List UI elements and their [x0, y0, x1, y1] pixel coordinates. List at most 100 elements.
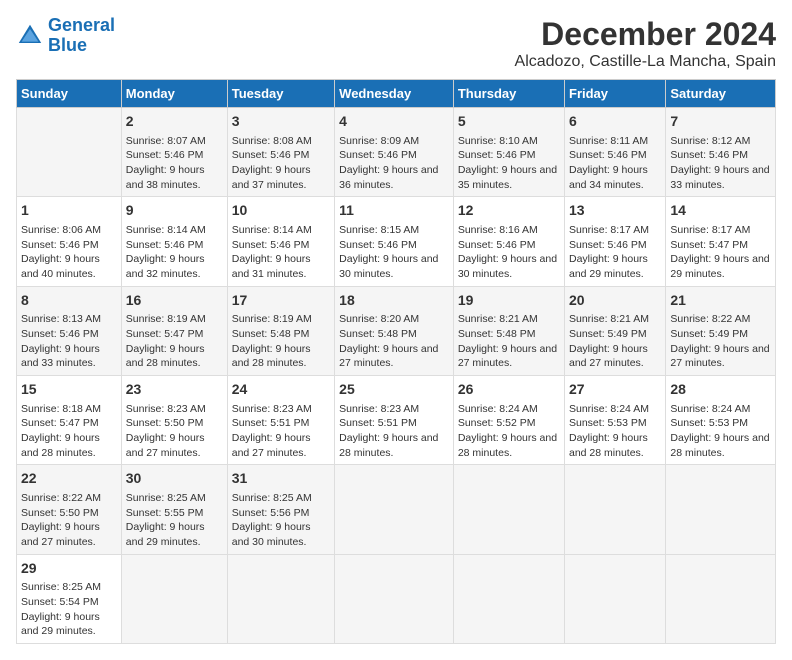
sunrise-text: Sunrise: 8:21 AM — [458, 313, 538, 325]
sunrise-text: Sunrise: 8:07 AM — [126, 135, 206, 147]
day-number: 10 — [232, 201, 330, 221]
sunrise-text: Sunrise: 8:23 AM — [232, 403, 312, 415]
sunrise-text: Sunrise: 8:15 AM — [339, 224, 419, 236]
calendar-cell: 23Sunrise: 8:23 AMSunset: 5:50 PMDayligh… — [121, 376, 227, 465]
daylight-text: Daylight: 9 hours and 30 minutes. — [458, 253, 557, 280]
day-number: 5 — [458, 112, 560, 132]
calendar-week-4: 22Sunrise: 8:22 AMSunset: 5:50 PMDayligh… — [17, 465, 776, 554]
sunset-text: Sunset: 5:51 PM — [339, 417, 417, 429]
sunset-text: Sunset: 5:48 PM — [458, 328, 536, 340]
sunrise-text: Sunrise: 8:18 AM — [21, 403, 101, 415]
daylight-text: Daylight: 9 hours and 37 minutes. — [232, 164, 311, 191]
calendar-cell: 29Sunrise: 8:25 AMSunset: 5:54 PMDayligh… — [17, 554, 122, 643]
daylight-text: Daylight: 9 hours and 28 minutes. — [126, 343, 205, 370]
sunrise-text: Sunrise: 8:22 AM — [670, 313, 750, 325]
day-number: 30 — [126, 469, 223, 489]
sunset-text: Sunset: 5:46 PM — [232, 149, 310, 161]
sunset-text: Sunset: 5:46 PM — [458, 239, 536, 251]
sunrise-text: Sunrise: 8:24 AM — [458, 403, 538, 415]
sunrise-text: Sunrise: 8:21 AM — [569, 313, 649, 325]
sunset-text: Sunset: 5:52 PM — [458, 417, 536, 429]
sunset-text: Sunset: 5:46 PM — [126, 149, 204, 161]
calendar-week-2: 8Sunrise: 8:13 AMSunset: 5:46 PMDaylight… — [17, 286, 776, 375]
day-number: 26 — [458, 380, 560, 400]
sunrise-text: Sunrise: 8:20 AM — [339, 313, 419, 325]
day-number: 16 — [126, 291, 223, 311]
sunset-text: Sunset: 5:50 PM — [126, 417, 204, 429]
calendar-cell — [565, 465, 666, 554]
calendar-cell: 1Sunrise: 8:06 AMSunset: 5:46 PMDaylight… — [17, 197, 122, 286]
sunrise-text: Sunrise: 8:25 AM — [21, 581, 101, 593]
sunrise-text: Sunrise: 8:19 AM — [232, 313, 312, 325]
calendar-cell: 18Sunrise: 8:20 AMSunset: 5:48 PMDayligh… — [335, 286, 454, 375]
sunset-text: Sunset: 5:49 PM — [569, 328, 647, 340]
calendar-cell: 6Sunrise: 8:11 AMSunset: 5:46 PMDaylight… — [565, 108, 666, 197]
calendar-cell: 5Sunrise: 8:10 AMSunset: 5:46 PMDaylight… — [453, 108, 564, 197]
day-number: 15 — [21, 380, 117, 400]
calendar-cell: 17Sunrise: 8:19 AMSunset: 5:48 PMDayligh… — [227, 286, 334, 375]
col-header-thursday: Thursday — [453, 80, 564, 108]
title-block: December 2024 Alcadozo, Castille-La Manc… — [515, 16, 776, 71]
calendar-cell: 19Sunrise: 8:21 AMSunset: 5:48 PMDayligh… — [453, 286, 564, 375]
daylight-text: Daylight: 9 hours and 28 minutes. — [670, 432, 769, 459]
day-number: 24 — [232, 380, 330, 400]
daylight-text: Daylight: 9 hours and 34 minutes. — [569, 164, 648, 191]
sunset-text: Sunset: 5:56 PM — [232, 507, 310, 519]
day-number: 18 — [339, 291, 449, 311]
sunset-text: Sunset: 5:55 PM — [126, 507, 204, 519]
sunset-text: Sunset: 5:50 PM — [21, 507, 99, 519]
calendar-cell: 22Sunrise: 8:22 AMSunset: 5:50 PMDayligh… — [17, 465, 122, 554]
daylight-text: Daylight: 9 hours and 38 minutes. — [126, 164, 205, 191]
calendar-cell: 10Sunrise: 8:14 AMSunset: 5:46 PMDayligh… — [227, 197, 334, 286]
sunrise-text: Sunrise: 8:14 AM — [232, 224, 312, 236]
col-header-saturday: Saturday — [666, 80, 776, 108]
calendar-cell: 20Sunrise: 8:21 AMSunset: 5:49 PMDayligh… — [565, 286, 666, 375]
day-number: 25 — [339, 380, 449, 400]
calendar-cell: 30Sunrise: 8:25 AMSunset: 5:55 PMDayligh… — [121, 465, 227, 554]
sunrise-text: Sunrise: 8:11 AM — [569, 135, 648, 147]
sunrise-text: Sunrise: 8:16 AM — [458, 224, 538, 236]
sunrise-text: Sunrise: 8:22 AM — [21, 492, 101, 504]
sunset-text: Sunset: 5:53 PM — [670, 417, 748, 429]
sunrise-text: Sunrise: 8:14 AM — [126, 224, 206, 236]
logo-icon — [16, 22, 44, 50]
calendar-week-1: 1Sunrise: 8:06 AMSunset: 5:46 PMDaylight… — [17, 197, 776, 286]
page-title: December 2024 — [515, 16, 776, 53]
day-number: 23 — [126, 380, 223, 400]
daylight-text: Daylight: 9 hours and 30 minutes. — [339, 253, 438, 280]
calendar-cell — [335, 554, 454, 643]
day-number: 27 — [569, 380, 661, 400]
calendar-cell: 21Sunrise: 8:22 AMSunset: 5:49 PMDayligh… — [666, 286, 776, 375]
calendar-cell: 25Sunrise: 8:23 AMSunset: 5:51 PMDayligh… — [335, 376, 454, 465]
day-number: 19 — [458, 291, 560, 311]
sunrise-text: Sunrise: 8:23 AM — [339, 403, 419, 415]
day-number: 8 — [21, 291, 117, 311]
calendar-cell: 7Sunrise: 8:12 AMSunset: 5:46 PMDaylight… — [666, 108, 776, 197]
calendar-cell: 11Sunrise: 8:15 AMSunset: 5:46 PMDayligh… — [335, 197, 454, 286]
day-number: 14 — [670, 201, 771, 221]
day-number: 21 — [670, 291, 771, 311]
daylight-text: Daylight: 9 hours and 35 minutes. — [458, 164, 557, 191]
calendar-cell: 3Sunrise: 8:08 AMSunset: 5:46 PMDaylight… — [227, 108, 334, 197]
sunset-text: Sunset: 5:54 PM — [21, 596, 99, 608]
day-number: 22 — [21, 469, 117, 489]
calendar-cell — [121, 554, 227, 643]
sunrise-text: Sunrise: 8:25 AM — [126, 492, 206, 504]
day-number: 20 — [569, 291, 661, 311]
sunset-text: Sunset: 5:53 PM — [569, 417, 647, 429]
calendar-cell — [666, 554, 776, 643]
col-header-wednesday: Wednesday — [335, 80, 454, 108]
day-number: 17 — [232, 291, 330, 311]
calendar-cell: 8Sunrise: 8:13 AMSunset: 5:46 PMDaylight… — [17, 286, 122, 375]
calendar-cell — [565, 554, 666, 643]
daylight-text: Daylight: 9 hours and 28 minutes. — [458, 432, 557, 459]
calendar-cell: 13Sunrise: 8:17 AMSunset: 5:46 PMDayligh… — [565, 197, 666, 286]
header-row: SundayMondayTuesdayWednesdayThursdayFrid… — [17, 80, 776, 108]
sunrise-text: Sunrise: 8:17 AM — [569, 224, 649, 236]
sunset-text: Sunset: 5:46 PM — [670, 149, 748, 161]
calendar-cell: 16Sunrise: 8:19 AMSunset: 5:47 PMDayligh… — [121, 286, 227, 375]
daylight-text: Daylight: 9 hours and 40 minutes. — [21, 253, 100, 280]
calendar-cell: 2Sunrise: 8:07 AMSunset: 5:46 PMDaylight… — [121, 108, 227, 197]
col-header-sunday: Sunday — [17, 80, 122, 108]
sunrise-text: Sunrise: 8:08 AM — [232, 135, 312, 147]
